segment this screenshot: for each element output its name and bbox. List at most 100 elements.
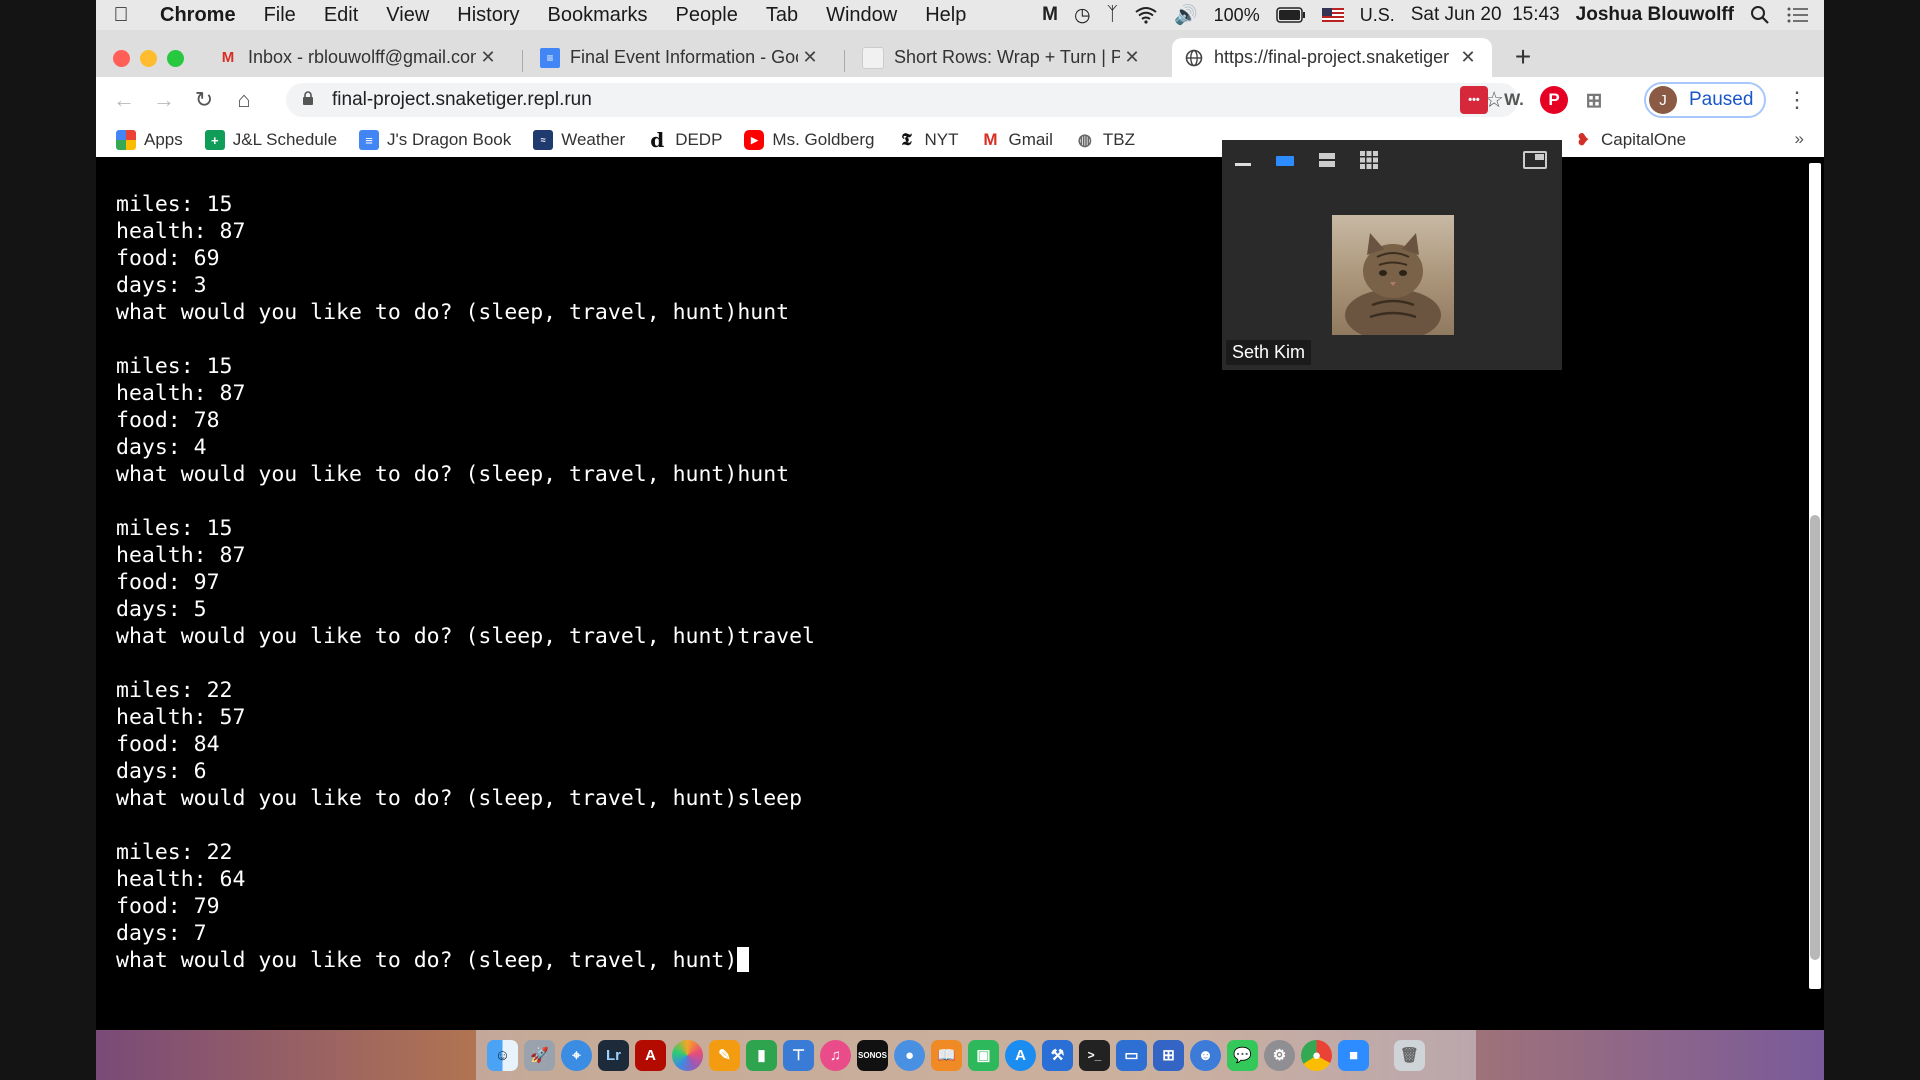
tab-short-rows[interactable]: Short Rows: Wrap + Turn | Pur ✕	[850, 38, 1156, 77]
bookmark-dedp[interactable]: d DEDP	[636, 128, 733, 152]
menu-file[interactable]: File	[250, 4, 310, 27]
menubar-clock[interactable]: Sat Jun 20 15:43	[1411, 4, 1560, 26]
window-close-button[interactable]	[113, 50, 130, 67]
tab-gmail-inbox[interactable]: M Inbox - rblouwolff@gmail.com ✕	[206, 38, 512, 77]
apple-menu-icon[interactable]: 	[96, 4, 146, 27]
notification-center-icon[interactable]	[1786, 6, 1810, 24]
bookmark-jl-schedule[interactable]: + J&L Schedule	[194, 130, 348, 150]
bookmark-js-dragon-book[interactable]: ≡ J's Dragon Book	[348, 130, 522, 150]
spotlight-search-icon[interactable]	[1750, 5, 1770, 25]
menu-edit[interactable]: Edit	[310, 4, 372, 27]
profile-paused-button[interactable]: J Paused	[1644, 82, 1766, 118]
maps-icon[interactable]: ●	[894, 1039, 925, 1071]
menu-help[interactable]: Help	[911, 4, 980, 27]
terminal-line: health: 57	[116, 705, 246, 730]
bookmark-ms-goldberg[interactable]: ▶ Ms. Goldberg	[733, 130, 885, 150]
numbers-icon[interactable]: ▮	[746, 1039, 777, 1071]
scratch-icon[interactable]: ☻	[1190, 1039, 1221, 1071]
tab-close-icon[interactable]: ✕	[1120, 47, 1144, 68]
bookmark-tbz[interactable]: ◍ TBZ	[1064, 130, 1146, 150]
bookmark-label: NYT	[924, 130, 959, 149]
menu-view[interactable]: View	[372, 4, 443, 27]
bookmark-nyt[interactable]: 𝕿 NYT	[885, 130, 969, 150]
us-flag-icon[interactable]	[1321, 8, 1344, 22]
menu-history[interactable]: History	[443, 4, 533, 27]
trash-icon[interactable]: 🗑	[1394, 1039, 1425, 1071]
extension-red-icon[interactable]: •••	[1460, 86, 1488, 114]
facetime-icon[interactable]: ▣	[968, 1039, 999, 1071]
screen-sharing-icon[interactable]: ▭	[1116, 1039, 1147, 1071]
input-source[interactable]: U.S.	[1360, 5, 1395, 26]
chrome-menu-icon[interactable]: ⋮	[1786, 87, 1808, 113]
pages-icon[interactable]: ✎	[709, 1039, 740, 1071]
messages-icon[interactable]: 💬	[1227, 1039, 1258, 1071]
address-bar[interactable]: final-project.snaketiger.repl.run ☆	[286, 83, 1518, 117]
menu-bookmarks[interactable]: Bookmarks	[534, 4, 662, 27]
address-bar-url[interactable]: final-project.snaketiger.repl.run	[332, 89, 592, 111]
scrollbar-thumb[interactable]	[1810, 515, 1820, 960]
finder-icon[interactable]: ☺	[487, 1039, 518, 1071]
chrome-icon[interactable]: ●	[1301, 1039, 1332, 1071]
menu-tab[interactable]: Tab	[752, 4, 812, 27]
tab-close-icon[interactable]: ✕	[476, 47, 500, 68]
stacked-view-icon[interactable]	[1306, 152, 1348, 168]
remote-desktop-icon[interactable]: ⊞	[1153, 1039, 1184, 1071]
safari-icon[interactable]: ⌖	[561, 1039, 592, 1071]
forward-icon[interactable]: →	[144, 87, 184, 113]
pinterest-icon[interactable]: P	[1540, 86, 1568, 114]
back-icon[interactable]: ←	[104, 87, 144, 113]
wifi-icon[interactable]	[1134, 6, 1158, 24]
zoom-video-overlay[interactable]: Seth Kim	[1222, 140, 1562, 370]
menu-window[interactable]: Window	[812, 4, 911, 27]
active-speaker-icon[interactable]	[1264, 153, 1306, 167]
itunes-icon[interactable]: ♫	[820, 1039, 851, 1071]
lightroom-icon[interactable]: Lr	[598, 1039, 629, 1071]
terminal-icon[interactable]: >_	[1079, 1039, 1110, 1071]
home-icon[interactable]: ⌂	[224, 87, 264, 113]
tab-final-event-information[interactable]: ≡ Final Event Information - Goog ✕	[528, 38, 834, 77]
window-minimize-button[interactable]	[140, 50, 157, 67]
terminal-line: health: 87	[116, 381, 246, 406]
lock-icon[interactable]	[302, 90, 332, 110]
bluetooth-icon[interactable]: ᛉ	[1107, 4, 1118, 26]
terminal-line: miles: 15	[116, 516, 233, 541]
acrobat-icon[interactable]: A	[635, 1039, 666, 1071]
extension-grid-icon[interactable]: ⊞	[1580, 86, 1608, 114]
bookmark-weather[interactable]: ≈ Weather	[522, 130, 636, 150]
terminal-line: days: 7	[116, 921, 207, 946]
macos-dock: ☺ 🚀 ⌖ Lr A ✎ ▮ ⊤ ♫ SONOS ● 📖 ▣ A ⚒ >_ ▭ …	[476, 1030, 1476, 1080]
tab-close-icon[interactable]: ✕	[1456, 47, 1480, 68]
gallery-view-icon[interactable]	[1348, 150, 1390, 170]
volume-icon[interactable]: 🔊	[1174, 3, 1198, 27]
battery-icon[interactable]	[1275, 7, 1306, 23]
extension-w-icon[interactable]: W.	[1500, 86, 1528, 114]
launchpad-icon[interactable]: 🚀	[524, 1039, 555, 1071]
exit-minimized-icon[interactable]	[1514, 151, 1556, 169]
tab-repl-run-active[interactable]: https://final-project.snaketiger ✕	[1172, 38, 1492, 77]
minimize-video-icon[interactable]	[1222, 153, 1264, 167]
photos-icon[interactable]	[672, 1039, 703, 1071]
keynote-icon[interactable]: ⊤	[783, 1039, 814, 1071]
new-tab-button[interactable]: +	[1506, 40, 1540, 74]
system-preferences-icon[interactable]: ⚙	[1264, 1039, 1295, 1071]
xcode-icon[interactable]: ⚒	[1042, 1039, 1073, 1071]
sonos-icon[interactable]: SONOS	[857, 1039, 888, 1071]
menu-app-name[interactable]: Chrome	[146, 4, 250, 27]
reload-icon[interactable]: ↻	[184, 87, 224, 113]
gmail-icon: M	[221, 49, 235, 66]
zoom-icon[interactable]: ■	[1338, 1039, 1369, 1071]
bookmark-capitalone[interactable]: ❥ CapitalOne	[1562, 123, 1697, 157]
books-icon[interactable]: 📖	[931, 1039, 962, 1071]
menubar-user[interactable]: Joshua Blouwolff	[1576, 4, 1734, 26]
bookmark-apps[interactable]: Apps	[96, 130, 194, 150]
menu-people[interactable]: People	[662, 4, 752, 27]
terminal-line: health: 87	[116, 219, 246, 244]
bookmarks-overflow-button[interactable]: »	[1795, 129, 1804, 149]
app-store-icon[interactable]: A	[1005, 1039, 1036, 1071]
time-machine-icon[interactable]: ◷	[1074, 4, 1091, 27]
bookmark-gmail[interactable]: M Gmail	[969, 130, 1063, 150]
terminal-scrollbar[interactable]	[1806, 157, 1824, 1030]
window-maximize-button[interactable]	[167, 50, 184, 67]
tab-close-icon[interactable]: ✕	[798, 47, 822, 68]
malwarebytes-icon[interactable]: M	[1042, 4, 1058, 26]
